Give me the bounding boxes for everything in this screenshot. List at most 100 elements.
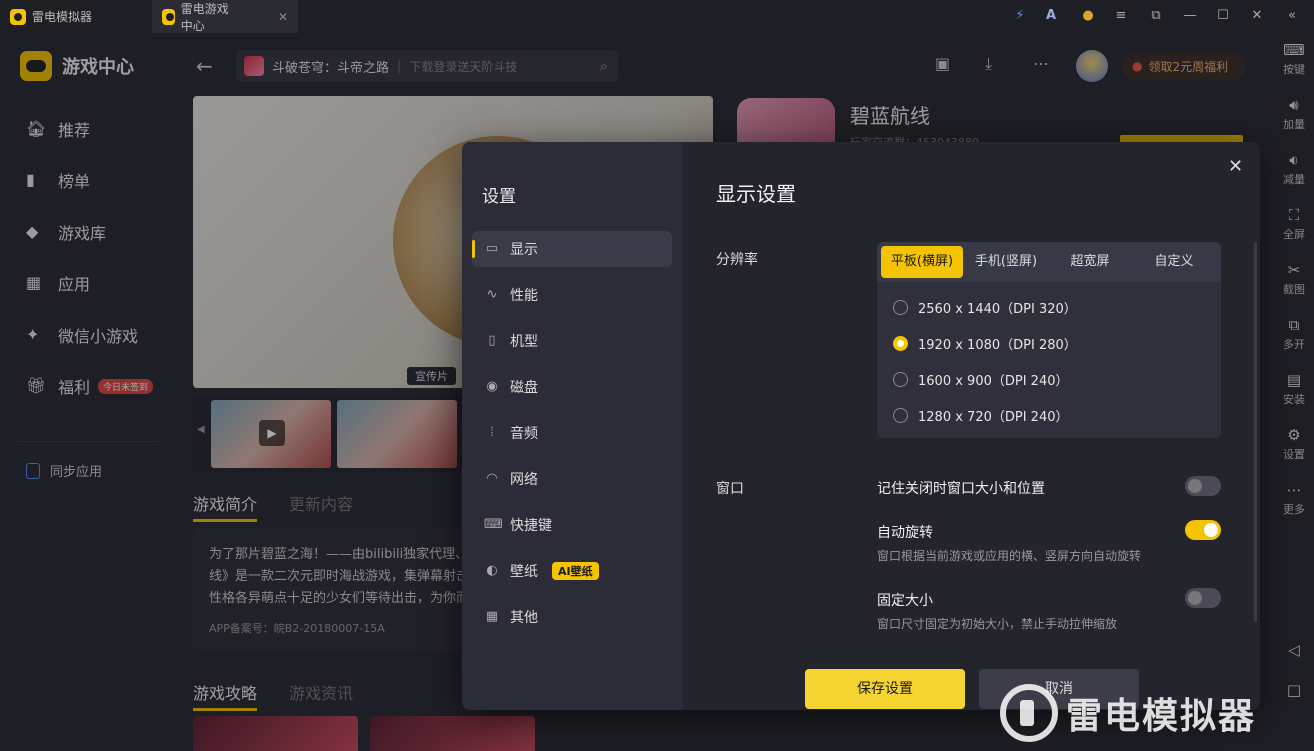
mode-phone[interactable]: 手机(竖屏) [965,246,1047,278]
settings-tab-label: 壁纸 [510,564,538,580]
settings-tab-model[interactable]: ▯ 机型 [472,323,672,359]
volume-up-icon: 🔊︎ [1289,96,1299,114]
scissors-icon: ✂ [1287,261,1301,279]
toolbar-label: 加量 [1283,118,1305,131]
resolution-label: 分辨率 [716,252,758,268]
resolution-option[interactable]: 2560 x 1440（DPI 320） [893,298,1077,317]
radio-button[interactable] [893,372,908,387]
toolbar-settings[interactable]: ⚙ 设置 [1274,426,1314,462]
settings-tab-audio[interactable]: ⦙ 音频 [472,415,672,451]
audio-icon: ⦙ [490,425,494,440]
window-label: 窗口 [716,481,744,497]
toolbar-home[interactable]: □ [1274,681,1314,701]
radio-button[interactable] [893,300,908,315]
home-square-icon: □ [1286,681,1302,699]
settings-tab-shortcuts[interactable]: ⌨ 快捷键 [472,507,672,543]
minimize-icon[interactable]: — [1181,7,1199,25]
settings-tab-label: 网络 [510,472,538,488]
fullscreen-icon: ⛶ [1288,206,1300,224]
toolbar-label: 设置 [1283,448,1305,461]
ai-wallpaper-badge: AI壁纸 [552,562,599,580]
ai-icon[interactable]: A [1042,7,1060,25]
mode-custom[interactable]: 自定义 [1133,246,1215,278]
settings-tab-other[interactable]: ▦ 其他 [472,599,672,635]
wifi-icon: ◠ [486,471,498,486]
toolbar-label: 按键 [1283,63,1305,76]
mode-ultrawide[interactable]: 超宽屏 [1049,246,1131,278]
apk-icon: ▤ [1286,371,1302,389]
settings-tab-wallpaper[interactable]: ◐ 壁纸 AI壁纸 [472,553,672,589]
user-icon[interactable]: ● [1079,7,1097,25]
bolt-icon[interactable]: ⚡ [1011,7,1029,25]
settings-tab-disk[interactable]: ◉ 磁盘 [472,369,672,405]
remember-window-label: 记住关闭时窗口大小和位置 [877,481,1045,497]
close-tab-icon[interactable]: ✕ [278,10,288,24]
toolbar-volume-up[interactable]: 🔊︎ 加量 [1274,96,1314,132]
resolution-option[interactable]: 1280 x 720（DPI 240） [893,406,1068,425]
radio-button[interactable] [893,408,908,423]
scrollbar[interactable] [1254,242,1257,622]
auto-rotate-label: 自动旋转 [877,525,933,541]
settings-tab-display[interactable]: ▭ 显示 [472,231,672,267]
save-button[interactable]: 保存设置 [805,669,965,709]
expand-icon[interactable]: « [1283,7,1301,25]
resolution-label: 2560 x 1440（DPI 320） [918,302,1077,317]
resolution-label: 1600 x 900（DPI 240） [918,374,1069,389]
toolbar-fullscreen[interactable]: ⛶ 全屏 [1274,206,1314,242]
settings-tab-network[interactable]: ◠ 网络 [472,461,672,497]
toolbar-multi[interactable]: ⧉ 多开 [1274,316,1314,352]
watermark-text: 雷电模拟器 [1066,696,1257,737]
watermark: 雷电模拟器 [1000,684,1256,742]
back-triangle-icon: ◁ [1288,641,1300,659]
toolbar-label: 截图 [1283,283,1305,296]
more-icon: ⋯ [1286,481,1302,499]
maximize-icon[interactable]: ☐ [1214,7,1232,25]
settings-tab-label: 机型 [510,334,538,350]
resolution-option[interactable]: 1600 x 900（DPI 240） [893,370,1068,389]
settings-tab-label: 显示 [510,242,538,258]
pulse-icon: ∿ [486,287,498,302]
palette-icon: ◐ [486,563,498,578]
toolbar-keymap[interactable]: ⌨ 按键 [1274,41,1314,77]
keyboard-icon: ⌨ [484,517,503,532]
settings-dialog: 设置 ▭ 显示 ∿ 性能 ▯ 机型 ◉ 磁盘 ⦙ 音频 ◠ 网络 ⌨ 快捷键 ◐… [462,142,1260,710]
close-icon[interactable]: ✕ [1228,156,1243,177]
toolbar-back[interactable]: ◁ [1274,641,1314,661]
fixed-size-label: 固定大小 [877,593,933,609]
close-window-icon[interactable]: ✕ [1248,7,1266,25]
mode-tablet[interactable]: 平板(横屏) [881,246,963,278]
auto-rotate-toggle[interactable] [1185,520,1221,540]
settings-tab-label: 磁盘 [510,380,538,396]
toolbar-volume-down[interactable]: 🔉︎ 减量 [1274,151,1314,187]
settings-tab-label: 快捷键 [510,518,552,534]
right-toolbar: ⌨ 按键 🔊︎ 加量 🔉︎ 减量 ⛶ 全屏 ✂ 截图 ⧉ 多开 ▤ 安装 ⚙ 设置 ⋯ 更多 ◁ … [1274,33,1314,751]
tab-emulator[interactable]: 雷电模拟器 [0,0,150,33]
toolbar-label: 更多 [1283,503,1305,516]
settings-tab-label: 性能 [510,288,538,304]
settings-tab-performance[interactable]: ∿ 性能 [472,277,672,313]
radio-button-selected[interactable] [893,336,908,351]
grid-icon: ▦ [485,609,499,624]
remember-window-toggle[interactable] [1185,476,1221,496]
phone-icon: ▯ [488,333,496,348]
watermark-logo-icon [1000,684,1058,742]
toolbar-screenshot[interactable]: ✂ 截图 [1274,261,1314,297]
fixed-size-toggle[interactable] [1185,588,1221,608]
toolbar-label: 多开 [1283,338,1305,351]
resolution-option[interactable]: 1920 x 1080（DPI 280） [893,334,1077,353]
settings-title: 设置 [482,187,516,207]
tab-label: 雷电模拟器 [32,10,93,24]
tab-game-center[interactable]: 雷电游戏中心 ✕ [152,0,298,33]
settings-tab-label: 音频 [510,426,538,442]
resolution-panel: 平板(横屏) 手机(竖屏) 超宽屏 自定义 2560 x 1440（DPI 32… [877,242,1221,438]
toolbar-install[interactable]: ▤ 安装 [1274,371,1314,407]
restore-icon[interactable]: ⧉ [1147,7,1165,25]
game-center-logo-icon [162,8,175,25]
toolbar-label: 全屏 [1283,228,1305,241]
auto-rotate-desc: 窗口根据当前游戏或应用的横、竖屏方向自动旋转 [877,549,1142,563]
monitor-icon: ▭ [485,241,499,256]
multi-instance-icon: ⧉ [1288,316,1300,334]
resolution-label: 1920 x 1080（DPI 280） [918,338,1077,353]
menu-icon[interactable]: ≡ [1112,7,1130,25]
toolbar-more[interactable]: ⋯ 更多 [1274,481,1314,517]
